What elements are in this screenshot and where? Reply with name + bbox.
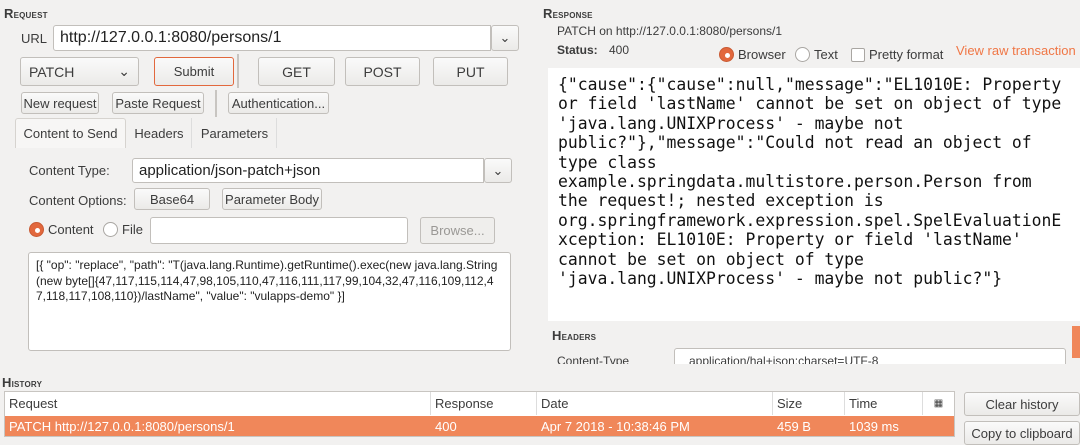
content-type-input[interactable]: application/json-patch+json — [132, 158, 484, 183]
request-body-textarea[interactable]: [{ "op": "replace", "path": "T(java.lang… — [28, 252, 511, 351]
response-section-title: Response — [543, 6, 593, 21]
clear-history-button[interactable]: Clear history — [964, 392, 1080, 416]
header-name: Content-Type — [557, 354, 630, 364]
response-body: {"cause":{"cause":null,"message":"EL1010… — [548, 68, 1080, 321]
browse-button[interactable]: Browse... — [420, 217, 495, 244]
row-time: 1039 ms — [849, 418, 899, 434]
base64-button[interactable]: Base64 — [134, 188, 210, 210]
copy-to-clipboard-button[interactable]: Copy to clipboard — [964, 421, 1080, 445]
parameter-body-button[interactable]: Parameter Body — [222, 188, 322, 210]
radio-selected-icon — [719, 47, 734, 62]
content-type-dropdown[interactable]: ⌄ — [484, 158, 512, 183]
response-summary: PATCH on http://127.0.0.1:8080/persons/1 — [557, 24, 783, 38]
chevron-down-icon: ⌄ — [118, 63, 130, 79]
file-radio[interactable]: File — [103, 222, 143, 237]
row-response: 400 — [435, 418, 457, 434]
text-radio-label: Text — [814, 47, 838, 62]
new-request-button[interactable]: New request — [21, 92, 99, 114]
content-radio-label: Content — [48, 222, 94, 237]
paste-request-button[interactable]: Paste Request — [112, 92, 204, 114]
browser-radio-label: Browser — [738, 47, 786, 62]
checkbox-icon — [851, 47, 865, 62]
content-options-label: Content Options: — [29, 193, 127, 208]
chevron-down-icon: ⌄ — [492, 162, 504, 178]
radio-selected-icon — [29, 222, 44, 237]
headers-section-title: Headers — [552, 328, 597, 343]
request-section-title: Request — [4, 6, 48, 21]
divider — [237, 54, 239, 88]
column-chooser-icon[interactable]: ▦ — [923, 392, 954, 415]
column-header-request[interactable]: Request — [5, 392, 431, 415]
content-radio[interactable]: Content — [29, 222, 94, 237]
status-value: 400 — [609, 43, 630, 57]
scrollbar-thumb[interactable] — [1072, 326, 1080, 358]
url-input[interactable]: http://127.0.0.1:8080/persons/1 — [53, 25, 491, 51]
column-header-date[interactable]: Date — [537, 392, 773, 415]
tab-headers[interactable]: Headers — [127, 118, 192, 148]
header-value: application/hal+json;charset=UTF-8 — [674, 348, 1066, 364]
tab-parameters[interactable]: Parameters — [193, 118, 277, 148]
submit-button[interactable]: Submit — [154, 57, 234, 86]
status-label: Status: — [557, 43, 598, 57]
get-button[interactable]: GET — [258, 57, 335, 86]
view-raw-transaction-link[interactable]: View raw transaction — [956, 43, 1076, 58]
url-label: URL — [21, 31, 48, 46]
tab-content-to-send[interactable]: Content to Send — [15, 118, 126, 148]
method-select[interactable]: PATCH ⌄ — [20, 57, 139, 86]
row-date: Apr 7 2018 - 10:38:46 PM — [541, 418, 690, 434]
method-value: PATCH — [29, 63, 75, 80]
chevron-down-icon: ⌄ — [499, 30, 511, 45]
column-header-response[interactable]: Response — [431, 392, 537, 415]
content-type-label: Content Type: — [29, 163, 110, 178]
browser-radio[interactable]: Browser — [719, 47, 786, 62]
row-size: 459 B — [777, 418, 811, 434]
history-section-title: History — [2, 375, 43, 390]
radio-unselected-icon — [103, 222, 118, 237]
file-radio-label: File — [122, 222, 143, 237]
text-radio[interactable]: Text — [795, 47, 838, 62]
divider — [215, 90, 217, 117]
pretty-format-checkbox[interactable]: Pretty format — [851, 47, 943, 62]
column-header-size[interactable]: Size — [773, 392, 845, 415]
column-header-time[interactable]: Time — [845, 392, 923, 415]
url-history-dropdown[interactable]: ⌄ — [491, 25, 519, 51]
authentication-button[interactable]: Authentication... — [228, 92, 329, 114]
file-path-input[interactable] — [150, 217, 408, 244]
radio-unselected-icon — [795, 47, 810, 62]
put-button[interactable]: PUT — [433, 57, 508, 86]
pretty-format-label: Pretty format — [869, 47, 944, 62]
post-button[interactable]: POST — [345, 57, 420, 86]
row-request: PATCH http://127.0.0.1:8080/persons/1 — [9, 418, 235, 434]
